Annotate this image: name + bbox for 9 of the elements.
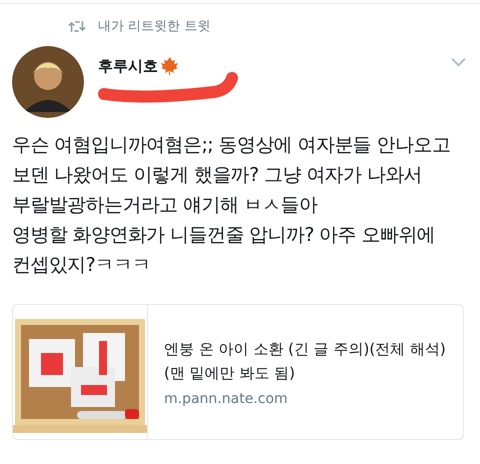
link-card[interactable]: 엔붕 온 아이 소환 (긴 글 주의)(전체 해석)(맨 밑에만 봐도 됨) m.pann.nate.com [12,304,464,440]
link-title: 엔붕 온 아이 소환 (긴 글 주의)(전체 해석)(맨 밑에만 봐도 됨) [164,339,447,384]
maple-leaf-icon [160,56,180,76]
avatar[interactable] [12,46,84,118]
retweet-icon [68,20,86,32]
link-domain: m.pann.nate.com [164,391,289,407]
tweet-text: 우슨 여혐입니까여혐은;; 동영상에 여자분들 안나오고 보덴 나왔어도 이렇게 했을까? 그냥 여자가 나와서 부랄발광하는거라고 얘기해 ㅂㅅ들아 영병할 화양연화가 니들껀줄 압니까? 아주 오빠위에 컨셉있지?ㅋㅋㅋ [12,133,450,278]
retweet-label: 내가 리트윗한 트윗 [98,18,210,35]
author-name[interactable]: 후루시호 [98,56,158,76]
